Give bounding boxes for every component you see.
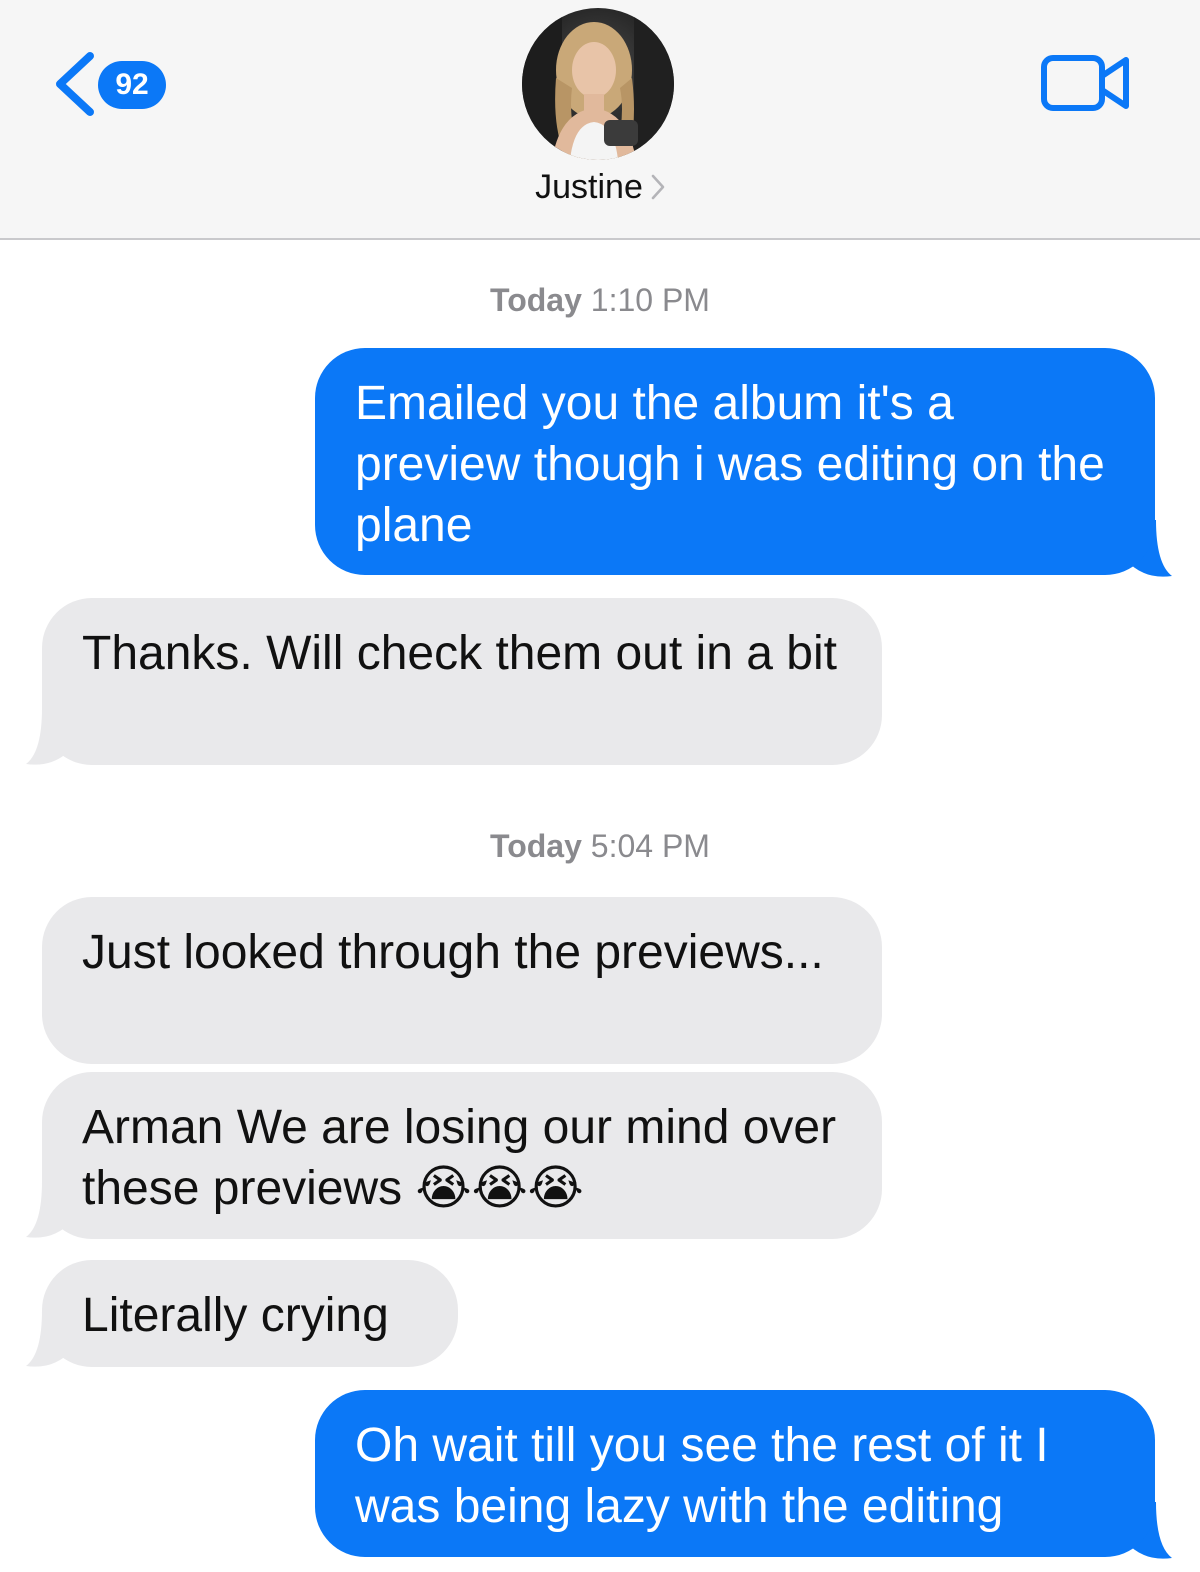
timestamp-time: 1:10 PM [590, 282, 710, 318]
message-text: Arman We are losing our mind over these … [82, 1101, 837, 1215]
timestamp-day: Today [490, 828, 582, 864]
message-text: Thanks. Will check them out in a bit [82, 627, 837, 680]
message-bubble-received[interactable]: Thanks. Will check them out in a bit [42, 598, 882, 765]
contact-name: Justine [535, 168, 643, 206]
message-text: Literally crying [82, 1289, 389, 1342]
message-bubble-received[interactable]: Just looked through the previews... [42, 897, 882, 1064]
message-bubble-received[interactable]: Arman We are losing our mind over these … [42, 1072, 882, 1239]
chevron-left-icon [56, 52, 94, 116]
contact-name-button[interactable]: Justine [0, 168, 1200, 207]
video-camera-icon [1041, 55, 1129, 111]
avatar-photo [522, 8, 674, 160]
unread-count-badge: 92 [98, 61, 166, 109]
message-text: Emailed you the album it's a preview tho… [355, 377, 1105, 552]
timestamp: Today 1:10 PM [0, 282, 1200, 319]
video-call-button[interactable] [1040, 52, 1132, 114]
message-text: Oh wait till you see the rest of it I wa… [355, 1419, 1049, 1533]
timestamp-time: 5:04 PM [590, 828, 710, 864]
message-bubble-sent[interactable]: Emailed you the album it's a preview tho… [315, 348, 1155, 575]
conversation-header: 92 Justine [0, 0, 1200, 240]
message-text: Just looked through the previews... [82, 926, 824, 979]
chevron-right-icon [651, 174, 665, 200]
message-bubble-received[interactable]: Literally crying [42, 1260, 458, 1367]
message-bubble-sent[interactable]: Oh wait till you see the rest of it I wa… [315, 1390, 1155, 1557]
timestamp-day: Today [490, 282, 582, 318]
contact-avatar[interactable] [522, 8, 674, 160]
back-button[interactable]: 92 [48, 48, 178, 118]
timestamp: Today 5:04 PM [0, 828, 1200, 865]
